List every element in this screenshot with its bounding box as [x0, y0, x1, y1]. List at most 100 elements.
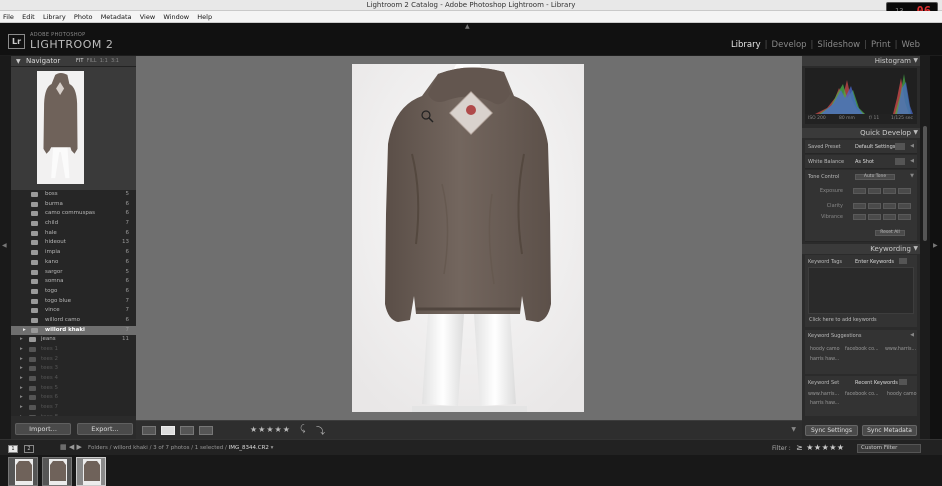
folder-expand-triangle-icon[interactable]: ▸: [20, 394, 23, 400]
forward-arrow-icon[interactable]: ▶: [76, 443, 81, 451]
folder-row[interactable]: child 7: [11, 219, 136, 229]
module-develop[interactable]: Develop: [772, 40, 807, 50]
navigator-preview[interactable]: [11, 67, 136, 190]
collapse-triangle-icon[interactable]: ▼: [913, 56, 918, 66]
folder-row[interactable]: sargor 5: [11, 268, 136, 278]
folder-row-selected[interactable]: ▸ willord khaki 7: [11, 325, 136, 336]
folder-expand-triangle-icon[interactable]: ▸: [20, 414, 23, 416]
sync-settings-button[interactable]: Sync Settings: [805, 425, 858, 436]
menu-metadata[interactable]: Metadata: [98, 11, 135, 21]
filmstrip-thumbnail-selected[interactable]: [76, 457, 106, 486]
exposure-decrease-more[interactable]: [853, 188, 866, 194]
vibrance-increase-more[interactable]: [898, 214, 911, 220]
suggestion-2[interactable]: facebook co...: [845, 347, 879, 352]
zoom-fill[interactable]: FILL: [87, 58, 97, 64]
folder-row[interactable]: kano 6: [11, 258, 136, 268]
exposure-increase-more[interactable]: [898, 188, 911, 194]
expand-triangle-icon[interactable]: ◀: [910, 158, 914, 164]
expand-triangle-icon[interactable]: ▼: [910, 173, 914, 179]
rating-stars[interactable]: ★★★★★: [250, 425, 291, 434]
custom-filter-select[interactable]: Custom Filter: [857, 444, 921, 453]
secondary-window-button[interactable]: 2: [24, 445, 34, 453]
clarity-decrease-more[interactable]: [853, 203, 866, 209]
saved-preset-dropdown-icon[interactable]: [895, 143, 905, 150]
folder-expand-triangle-icon[interactable]: ▸: [20, 336, 23, 342]
folder-row[interactable]: willord camo 6: [11, 316, 136, 326]
clarity-decrease[interactable]: [868, 203, 881, 209]
white-balance-dropdown-icon[interactable]: [895, 158, 905, 165]
auto-tone-button[interactable]: Auto Tone: [855, 174, 895, 180]
keyword-set-item-1[interactable]: www.harris...: [808, 392, 839, 397]
primary-window-button[interactable]: 1: [8, 445, 18, 453]
folder-expand-triangle-icon[interactable]: ▸: [20, 356, 23, 362]
module-slideshow[interactable]: Slideshow: [817, 40, 860, 50]
folder-expand-triangle-icon[interactable]: ▸: [20, 385, 23, 391]
navigator-header[interactable]: ▼ Navigator FIT FILL 1:1 3:1: [11, 56, 136, 67]
folder-row[interactable]: ▸ jeans 11: [11, 335, 136, 345]
folder-expand-triangle-icon[interactable]: ▸: [20, 365, 23, 371]
zoom-fit[interactable]: FIT: [76, 58, 83, 64]
path-dropdown-icon[interactable]: ▾: [269, 445, 274, 451]
menu-file[interactable]: File: [0, 11, 17, 21]
suggestion-1[interactable]: hoody camo: [810, 347, 840, 352]
folder-row[interactable]: ▸ tees 1: [11, 345, 136, 355]
expand-triangle-icon[interactable]: ◀: [910, 332, 914, 338]
add-keywords-hint[interactable]: Click here to add keywords: [809, 317, 877, 323]
folder-row[interactable]: somna 6: [11, 277, 136, 287]
compare-view-button[interactable]: [180, 426, 194, 435]
expand-triangle-icon[interactable]: ◀: [910, 143, 914, 149]
collapse-triangle-icon[interactable]: ▼: [913, 244, 918, 254]
white-balance-select[interactable]: As Shot: [855, 159, 874, 165]
exposure-decrease[interactable]: [868, 188, 881, 194]
navigator-thumbnail[interactable]: [37, 71, 84, 184]
folder-expand-triangle-icon[interactable]: ▸: [20, 375, 23, 381]
filter-stars[interactable]: ≥ ★★★★★: [796, 443, 845, 452]
collapse-triangle-icon[interactable]: ▼: [913, 128, 918, 138]
folder-row[interactable]: togo blue 7: [11, 297, 136, 307]
main-photo[interactable]: [352, 64, 584, 412]
folder-row[interactable]: hideout 13: [11, 238, 136, 248]
rotate-left-icon[interactable]: ⤹: [300, 424, 305, 434]
menu-view[interactable]: View: [137, 11, 158, 21]
right-panel-toggle-icon[interactable]: ▶: [933, 242, 938, 249]
menu-edit[interactable]: Edit: [19, 11, 38, 21]
folder-row[interactable]: ▸ tees 8: [11, 413, 136, 416]
survey-view-button[interactable]: [199, 426, 213, 435]
folder-row[interactable]: camo commuspas 6: [11, 209, 136, 219]
keywording-header[interactable]: Keywording ▼: [802, 244, 920, 254]
folder-row[interactable]: vince 7: [11, 306, 136, 316]
loupe-view[interactable]: [136, 56, 802, 420]
filmstrip-thumbnail[interactable]: [8, 457, 38, 486]
folder-row[interactable]: impia 6: [11, 248, 136, 258]
export-button[interactable]: Export...: [77, 423, 133, 435]
menu-library[interactable]: Library: [40, 11, 69, 21]
module-library[interactable]: Library: [731, 40, 761, 50]
left-panel-toggle-icon[interactable]: ◀: [2, 242, 7, 249]
folder-expand-triangle-icon[interactable]: ▸: [20, 346, 23, 352]
folder-row[interactable]: ▸ tees 5: [11, 384, 136, 394]
right-panel-scrollbar[interactable]: [920, 56, 930, 439]
keyword-set-dropdown-icon[interactable]: [899, 379, 907, 385]
menu-window[interactable]: Window: [160, 11, 192, 21]
scrollbar-thumb[interactable]: [923, 126, 927, 241]
folder-expand-triangle-icon[interactable]: ▸: [23, 327, 26, 333]
import-button[interactable]: Import...: [15, 423, 71, 435]
zoom-3-1[interactable]: 3:1: [111, 58, 119, 64]
keyword-set-item-2[interactable]: facebook co...: [845, 392, 879, 397]
saved-preset-select[interactable]: Default Settings: [855, 144, 895, 150]
keyword-tags-dropdown-icon[interactable]: [899, 258, 907, 264]
collapse-triangle-icon[interactable]: ▼: [16, 58, 21, 65]
toolbar-menu-icon[interactable]: ▼: [791, 426, 796, 433]
keyword-set-item-3[interactable]: hoody camo: [887, 392, 917, 397]
folder-expand-triangle-icon[interactable]: ▸: [20, 404, 23, 410]
filmstrip-source-path[interactable]: Folders / willord khaki / 3 of 7 photos …: [88, 445, 273, 451]
loupe-view-button[interactable]: [161, 426, 175, 435]
menu-photo[interactable]: Photo: [71, 11, 96, 21]
folder-row[interactable]: burma 6: [11, 200, 136, 210]
quick-develop-header[interactable]: Quick Develop ▼: [802, 128, 920, 138]
folder-row[interactable]: ▸ tees 7: [11, 403, 136, 413]
module-print[interactable]: Print: [871, 40, 891, 50]
keyword-input-area[interactable]: [808, 267, 914, 314]
keyword-tags-select[interactable]: Enter Keywords: [855, 259, 894, 265]
top-panel-toggle-icon[interactable]: ▲: [465, 23, 470, 30]
